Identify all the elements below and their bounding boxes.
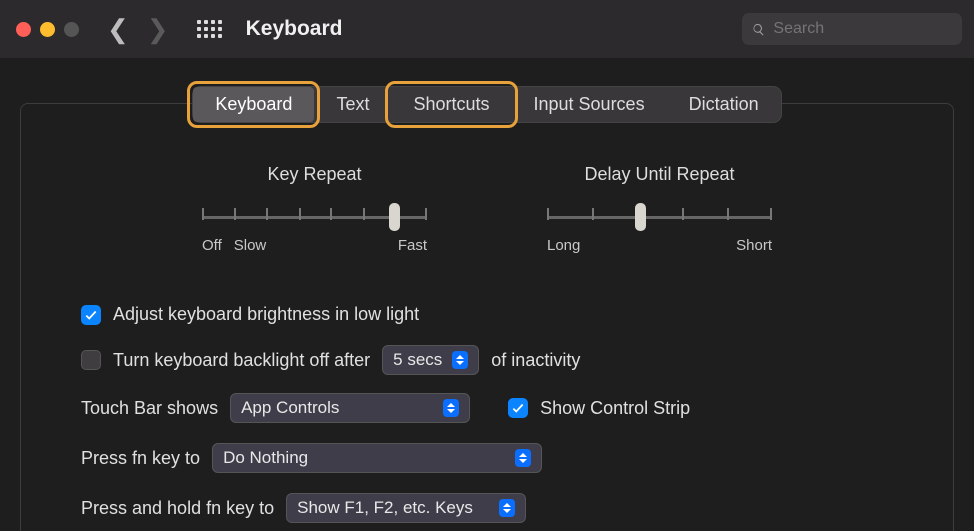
key-repeat-labels: Off Slow Fast	[202, 237, 427, 254]
press-hold-fn-popup[interactable]: Show F1, F2, etc. Keys	[286, 493, 526, 523]
delay-repeat-block: Delay Until Repeat Long Short	[547, 164, 772, 254]
check-icon	[84, 308, 98, 322]
main: Keyboard Text Shortcuts Input Sources Di…	[0, 58, 974, 531]
show-control-strip-label: Show Control Strip	[540, 398, 690, 419]
options-group-2: Touch Bar shows App Controls Show Contro…	[61, 393, 913, 523]
delay-repeat-slider[interactable]	[547, 203, 772, 231]
tab-text[interactable]: Text	[314, 87, 391, 122]
key-repeat-block: Key Repeat Off Slow	[202, 164, 427, 254]
tab-bar: Keyboard Text Shortcuts Input Sources Di…	[192, 86, 781, 123]
press-fn-popup[interactable]: Do Nothing	[212, 443, 542, 473]
check-icon	[511, 401, 525, 415]
show-control-strip-checkbox[interactable]	[508, 398, 528, 418]
options-group-1: Adjust keyboard brightness in low light …	[61, 304, 913, 375]
tab-input-sources[interactable]: Input Sources	[512, 87, 667, 122]
window-controls	[16, 22, 79, 37]
key-repeat-slider[interactable]	[202, 203, 427, 231]
key-repeat-title: Key Repeat	[267, 164, 361, 185]
forward-button[interactable]: ❯	[147, 16, 169, 42]
search-field[interactable]	[742, 13, 962, 45]
stepper-icon	[452, 351, 468, 369]
backlight-timeout-popup[interactable]: 5 secs	[382, 345, 479, 375]
press-hold-fn-label: Press and hold fn key to	[81, 498, 274, 519]
press-hold-fn-value: Show F1, F2, etc. Keys	[297, 498, 489, 518]
search-icon	[752, 22, 765, 37]
key-repeat-thumb[interactable]	[389, 203, 400, 231]
titlebar: ❮ ❯ Keyboard	[0, 0, 974, 58]
zoom-window-button[interactable]	[64, 22, 79, 37]
close-window-button[interactable]	[16, 22, 31, 37]
tab-shortcuts[interactable]: Shortcuts	[391, 87, 511, 122]
tab-dictation[interactable]: Dictation	[667, 87, 781, 122]
delay-repeat-labels: Long Short	[547, 237, 772, 254]
touch-bar-row: Touch Bar shows App Controls Show Contro…	[81, 393, 913, 423]
press-fn-label: Press fn key to	[81, 448, 200, 469]
search-input[interactable]	[773, 20, 952, 38]
touch-bar-label: Touch Bar shows	[81, 398, 218, 419]
delay-repeat-label-long: Long	[547, 237, 580, 254]
minimize-window-button[interactable]	[40, 22, 55, 37]
key-repeat-label-off: Off	[202, 237, 222, 254]
turn-off-backlight-row: Turn keyboard backlight off after 5 secs…	[81, 345, 913, 375]
key-repeat-label-slow: Slow	[234, 237, 267, 254]
key-repeat-label-fast: Fast	[398, 237, 427, 254]
nav-arrows: ❮ ❯	[107, 16, 169, 42]
turn-off-backlight-checkbox[interactable]	[81, 350, 101, 370]
show-all-prefs-button[interactable]	[197, 20, 222, 38]
adjust-brightness-label: Adjust keyboard brightness in low light	[113, 304, 419, 325]
delay-repeat-thumb[interactable]	[635, 203, 646, 231]
stepper-icon	[499, 499, 515, 517]
press-fn-value: Do Nothing	[223, 448, 505, 468]
tab-keyboard[interactable]: Keyboard	[193, 87, 314, 122]
stepper-icon	[515, 449, 531, 467]
sliders-row: Key Repeat Off Slow	[61, 164, 913, 254]
back-button[interactable]: ❮	[107, 16, 129, 42]
window-title: Keyboard	[246, 17, 343, 41]
keyboard-pane: Key Repeat Off Slow	[20, 103, 954, 531]
turn-off-backlight-label-before: Turn keyboard backlight off after	[113, 350, 370, 371]
delay-repeat-label-short: Short	[736, 237, 772, 254]
delay-repeat-title: Delay Until Repeat	[584, 164, 734, 185]
touch-bar-popup[interactable]: App Controls	[230, 393, 470, 423]
backlight-timeout-value: 5 secs	[393, 350, 442, 370]
adjust-brightness-row: Adjust keyboard brightness in low light	[81, 304, 913, 325]
press-fn-row: Press fn key to Do Nothing	[81, 443, 913, 473]
press-hold-fn-row: Press and hold fn key to Show F1, F2, et…	[81, 493, 913, 523]
turn-off-backlight-label-after: of inactivity	[491, 350, 580, 371]
stepper-icon	[443, 399, 459, 417]
adjust-brightness-checkbox[interactable]	[81, 305, 101, 325]
touch-bar-value: App Controls	[241, 398, 433, 418]
